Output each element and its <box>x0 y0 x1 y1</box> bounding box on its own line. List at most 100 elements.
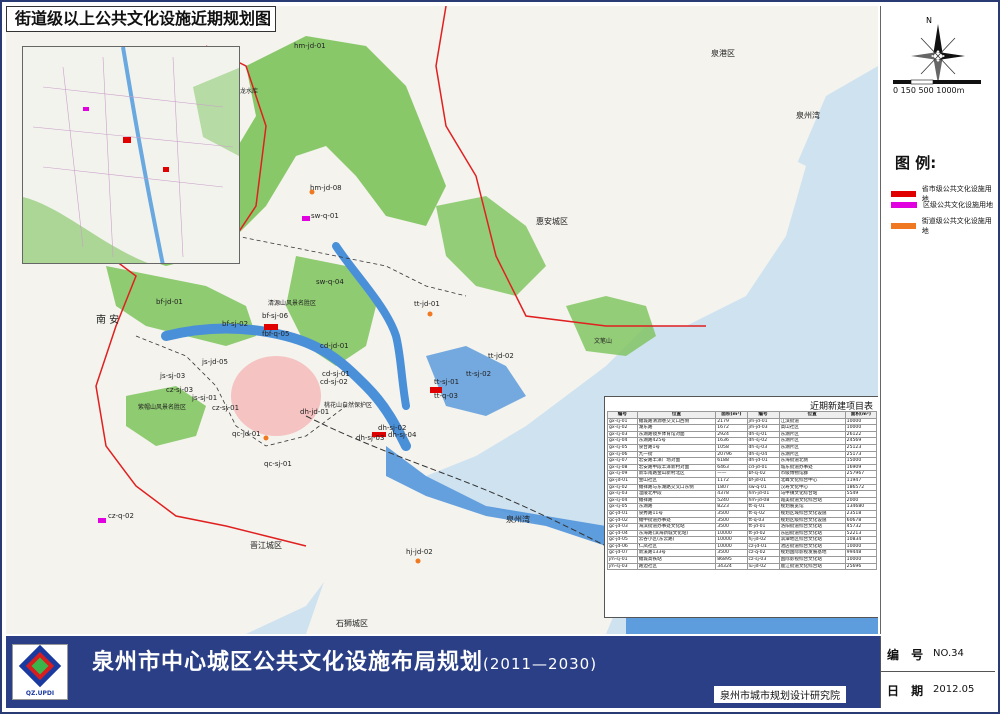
site-label[interactable]: cz-q-02 <box>108 512 134 520</box>
table-cell: gx-sj-05 <box>607 503 638 511</box>
table-cell: 10000 <box>844 542 878 551</box>
site-label[interactable]: dh-sj-03 <box>356 434 384 442</box>
site-label[interactable]: fbf-q-05 <box>262 330 289 338</box>
site-label[interactable]: bf-jd-01 <box>156 298 183 306</box>
place-label-nanan: 南 安 <box>96 315 120 326</box>
table-cell: lu-jd-02 <box>746 562 780 571</box>
table-cell: 1672 <box>715 424 748 432</box>
table-cell: 134680 <box>844 503 878 511</box>
table-row: gx-sj-09 新华南路金山新村北区 —— bf-sj-02 市级博物馆群 257967 <box>607 470 878 478</box>
map-area[interactable]: 泉港区 泉州湾 惠安城区 南 安 晋江城区 石狮城区 泉州湾 文笔山 清源山风景… <box>6 6 878 634</box>
table-cell: 60678 <box>844 516 878 525</box>
facility-marker-qc <box>263 435 269 441</box>
site-label[interactable]: tt-sj-02 <box>466 370 491 378</box>
table-cell: gx-sj-05 <box>607 443 638 452</box>
table-cell: 鲤中街道办事处 <box>636 516 717 525</box>
site-label[interactable]: dh-sj-04 <box>388 431 416 439</box>
place-label-quanzhou-bay: 泉州湾 <box>506 515 530 524</box>
table-row: gx-sj-04 东湖路425号 1636 dh-sj-02 东湖片区 24569 <box>607 437 878 445</box>
table-cell: 34324 <box>715 562 748 571</box>
table-cell: 规划国际影视发展基地 <box>778 549 846 558</box>
table-cell: 霞美街道文化综合站 <box>778 496 846 505</box>
meta-number-label: 编 号 <box>887 648 928 662</box>
site-label[interactable]: tt-jd-02 <box>488 352 514 360</box>
table-cell: gc-jd-05 <box>607 536 638 544</box>
legend-item-district: 区级公共文化设施用地 <box>891 200 993 210</box>
inset-locator-map[interactable] <box>22 46 240 264</box>
site-label[interactable]: cd-sj-01 <box>322 370 350 378</box>
table-cell: 5549 <box>844 490 878 498</box>
table-cell: 1058 <box>715 443 748 452</box>
table-cell: 99448 <box>844 549 878 558</box>
site-label[interactable]: sw-q-04 <box>316 278 344 286</box>
meta-date-label: 日 期 <box>887 684 928 698</box>
table-header-cell: 面积(m²) <box>844 411 878 419</box>
table-cell: 1172 <box>715 476 748 485</box>
table-cell: 东湖路 <box>636 503 717 511</box>
table-cell: gx-sj-04 <box>607 437 638 445</box>
table-cell: 257967 <box>844 470 878 478</box>
table-row: gc-jd-07 新溪路133号 3500 cz-q-02 规划国际影视发展基地 9944… <box>607 549 878 558</box>
table-cell: gx-sj-01 <box>607 417 638 426</box>
table-cell: hj-jd-02 <box>746 536 780 544</box>
site-label[interactable]: hm-jd-01 <box>294 42 326 50</box>
table-cell: 5240 <box>715 496 748 505</box>
table-cell: gc-jd-07 <box>607 549 638 558</box>
facility-marker-cz <box>98 518 106 523</box>
site-label[interactable]: js-jd-05 <box>202 358 228 366</box>
site-label[interactable]: cd-jd-01 <box>320 342 349 350</box>
table-cell: 东海路(滨海新城文化站) <box>636 529 717 538</box>
site-label[interactable]: tt-sj-01 <box>434 378 459 386</box>
table-cell: 10000 <box>844 556 878 564</box>
site-label[interactable]: tt-jd-01 <box>414 300 440 308</box>
site-label[interactable]: bf-sj-06 <box>262 312 288 320</box>
table-cell: tt-sj-01 <box>746 503 780 511</box>
site-label[interactable]: hm-jd-08 <box>310 184 342 192</box>
site-label[interactable]: js-sj-03 <box>160 372 185 380</box>
table-cell: 6463 <box>715 463 748 472</box>
table-cell: 北峰文化综合中心 <box>778 476 846 485</box>
site-label[interactable]: cz-sj-01 <box>212 404 239 412</box>
table-cell: gx-sj-07 <box>607 457 638 465</box>
table-cell: 1807 <box>715 483 748 492</box>
site-label[interactable]: dh-jd-01 <box>300 408 329 416</box>
table-cell: bf-jd-01 <box>746 476 780 485</box>
table-cell: 市级博物馆群 <box>778 470 846 478</box>
table-cell: 3500 <box>715 516 748 525</box>
table-cell: 4378 <box>715 490 748 498</box>
table-cell: dh-sj-02 <box>746 437 780 445</box>
table-cell: dh-sj-03 <box>746 443 780 452</box>
organization-name: 泉州市城市规划设计研究院 <box>714 686 846 703</box>
site-label[interactable]: bf-sj-02 <box>222 320 248 328</box>
table-cell: 86895 <box>715 556 748 564</box>
table-cell: bf-sj-02 <box>746 470 780 478</box>
site-label[interactable]: qc-jd-01 <box>232 430 261 438</box>
site-label[interactable]: qc-sj-01 <box>264 460 292 468</box>
table-cell: tt-jd-02 <box>746 529 780 538</box>
site-label[interactable]: cd-sj-02 <box>320 378 348 386</box>
site-label[interactable]: hj-jd-02 <box>406 548 433 556</box>
facility-marker-sw <box>302 216 310 221</box>
site-label[interactable]: cz-sj-03 <box>166 386 193 394</box>
site-label[interactable]: js-sj-01 <box>192 394 217 402</box>
table-cell: 东湖片区 <box>778 437 846 445</box>
table-cell: 湖东路 <box>636 424 717 432</box>
place-label-taohua: 桃花山自然保护区 <box>324 402 373 409</box>
table-cell: 24569 <box>844 437 878 445</box>
table-row: gx-sj-02 鲤祥路与东湖路交叉口东侧 1807 sw-q-01 汉寿文化中心 186… <box>607 483 878 492</box>
table-row: gc-jd-05 云谷小区(东云路) 10000 hj-jd-02 滨潭地区综合文化站 1… <box>607 536 878 544</box>
table-cell: 九一街 <box>636 450 717 459</box>
table-row: gx-sj-05 东湖路 8223 tt-sj-01 规划展览馆 134680 <box>607 503 878 511</box>
table-cell: 10834 <box>844 536 878 544</box>
table-cell: 新溪路133号 <box>636 549 717 558</box>
table-cell: 186572 <box>844 483 878 492</box>
facility-marker-hj <box>415 558 421 564</box>
site-label[interactable]: sw-q-01 <box>311 212 339 220</box>
table-cell: 海滨街道办事处文化站 <box>636 523 717 531</box>
site-label[interactable]: tt-q-03 <box>434 392 458 400</box>
table-cell: hm-jd-08 <box>746 496 780 505</box>
table-cell: gx-sj-08 <box>607 463 638 472</box>
table-cell: 3500 <box>715 549 748 558</box>
table-cell: cz-sj-03 <box>746 556 780 564</box>
table-cell: 10000 <box>844 424 878 432</box>
